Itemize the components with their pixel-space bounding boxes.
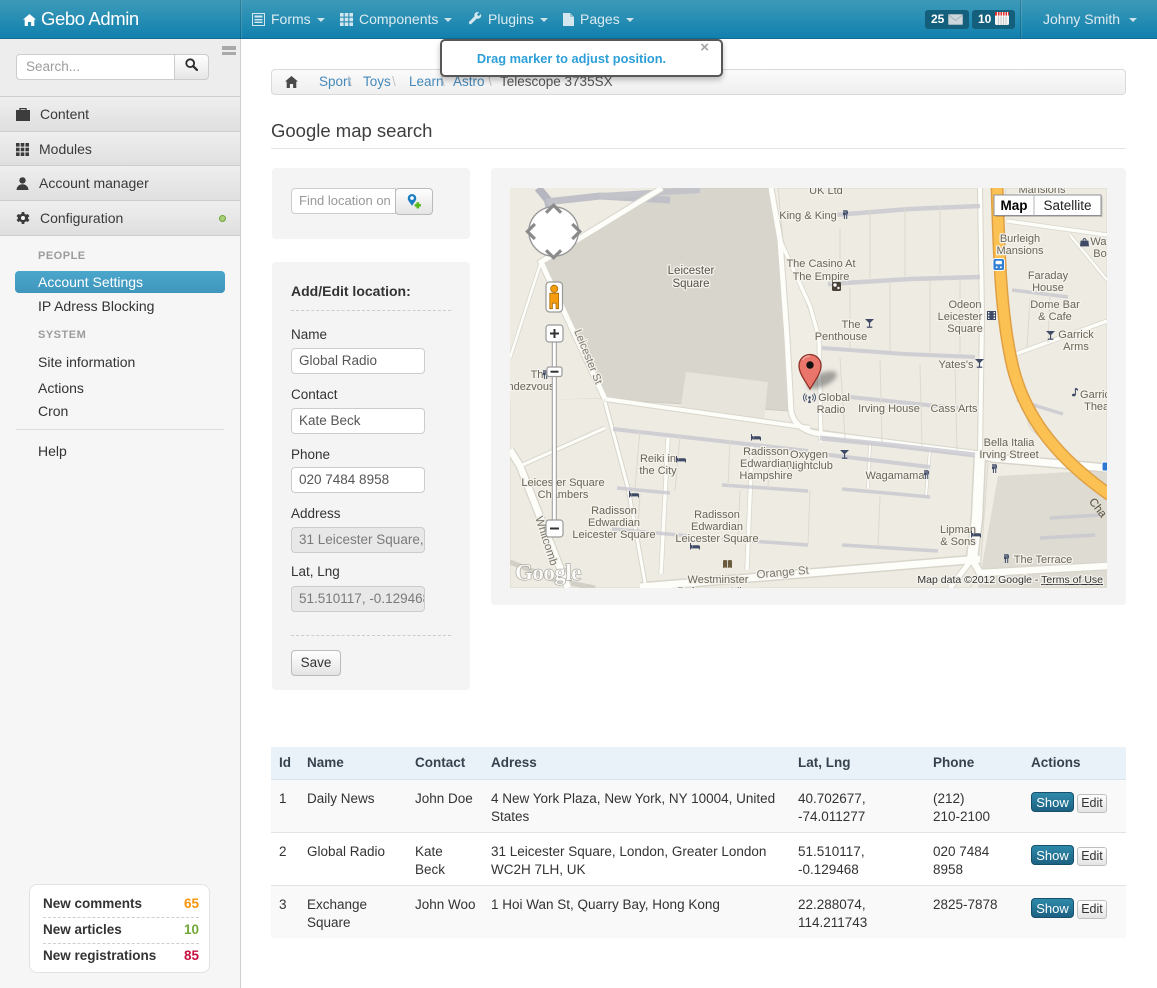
- svg-text:Leicester: Leicester: [938, 311, 983, 323]
- svg-text:Satellite: Satellite: [1043, 198, 1091, 213]
- svg-text:Bella Italia: Bella Italia: [984, 437, 1036, 449]
- svg-text:Hampshire: Hampshire: [739, 470, 792, 482]
- svg-text:Reiki in: Reiki in: [640, 453, 676, 465]
- svg-text:Faraday: Faraday: [1028, 270, 1069, 282]
- svg-text:Garric: Garric: [1080, 389, 1107, 401]
- svg-text:King & King: King & King: [779, 210, 836, 222]
- svg-text:Irving House: Irving House: [858, 403, 920, 415]
- svg-text:The Empire: The Empire: [793, 271, 850, 283]
- svg-text:House: House: [1032, 282, 1064, 294]
- svg-text:Edwardian: Edwardian: [691, 521, 743, 533]
- svg-text:Square: Square: [672, 278, 709, 290]
- svg-text:Map data ©2012 Google - Terms: Map data ©2012 Google - Terms of Use: [917, 574, 1103, 586]
- svg-text:Yates's: Yates's: [939, 359, 974, 371]
- svg-text:Wagamama: Wagamama: [866, 470, 926, 482]
- svg-text:Edwardian: Edwardian: [588, 517, 640, 529]
- svg-text:the City: the City: [639, 465, 677, 477]
- svg-text:Wat: Wat: [1090, 236, 1107, 248]
- svg-text:Irving Street: Irving Street: [979, 449, 1038, 461]
- svg-text:Mansions: Mansions: [996, 245, 1044, 257]
- svg-text:Garrick: Garrick: [1058, 329, 1094, 341]
- svg-text:Leicester: Leicester: [668, 265, 715, 277]
- svg-text:Odeon: Odeon: [948, 299, 981, 311]
- svg-text:Radisson: Radisson: [743, 446, 789, 458]
- svg-text:Square: Square: [947, 323, 982, 335]
- svg-text:ndezvous: ndezvous: [510, 381, 555, 393]
- svg-text:The Terrace: The Terrace: [1014, 554, 1073, 566]
- svg-text:UK Ltd: UK Ltd: [809, 188, 843, 197]
- svg-text:& Sons: & Sons: [940, 536, 976, 548]
- svg-text:Dome Bar: Dome Bar: [1030, 299, 1080, 311]
- svg-text:Arms: Arms: [1063, 341, 1089, 353]
- svg-text:Nightclub: Nightclub: [787, 460, 833, 472]
- svg-text:Penthouse: Penthouse: [815, 331, 868, 343]
- svg-text:Theatr: Theatr: [1084, 401, 1107, 413]
- svg-text:& Cafe: & Cafe: [1038, 311, 1072, 323]
- svg-text:Leicester Square: Leicester Square: [675, 533, 758, 545]
- svg-text:Chambers: Chambers: [538, 489, 589, 501]
- svg-text:Bo: Bo: [1093, 248, 1106, 260]
- svg-text:Leicester Square: Leicester Square: [572, 529, 655, 541]
- svg-text:Lipman: Lipman: [940, 524, 976, 536]
- svg-text:Google: Google: [515, 560, 581, 585]
- svg-text:Reference Librar: Reference Librar: [677, 586, 759, 588]
- svg-text:Global: Global: [818, 392, 850, 404]
- svg-text:Leicester Square: Leicester Square: [521, 477, 604, 489]
- svg-text:Edwardian: Edwardian: [740, 458, 792, 470]
- svg-text:Burleigh: Burleigh: [1000, 233, 1040, 245]
- svg-text:Th: Th: [531, 369, 544, 381]
- svg-text:Cass Arts: Cass Arts: [930, 403, 978, 415]
- svg-text:The Casino At: The Casino At: [786, 258, 855, 270]
- svg-text:The: The: [842, 319, 861, 331]
- svg-text:Radisson: Radisson: [591, 505, 637, 517]
- svg-text:Westminster: Westminster: [688, 574, 749, 586]
- svg-text:Radisson: Radisson: [694, 509, 740, 521]
- svg-text:Radio: Radio: [817, 404, 846, 416]
- svg-text:Map: Map: [1001, 198, 1028, 213]
